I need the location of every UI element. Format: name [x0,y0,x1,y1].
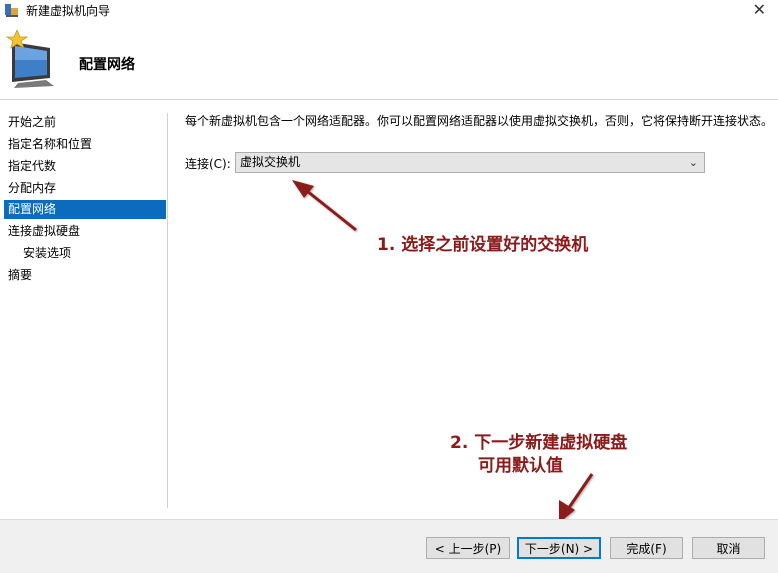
network-description: 每个新虚拟机包含一个网络适配器。你可以配置网络适配器以使用虚拟交换机，否则，它将… [185,114,774,128]
chevron-down-icon: ⌄ [688,156,698,169]
title-bar: 新建虚拟机向导 ✕ [0,0,778,20]
page-title: 配置网络 [79,57,135,73]
annotation-step2-line2: 可用默认值 [478,456,563,476]
close-icon[interactable]: ✕ [753,1,766,19]
nav-divider [167,113,168,508]
nav-item-generation[interactable]: 指定代数 [4,157,166,176]
hyperv-app-icon [4,2,20,18]
connection-select[interactable]: 虚拟交换机 ⌄ [235,152,705,173]
wizard-header: 配置网络 [0,20,778,100]
next-button[interactable]: 下一步(N) > [517,537,601,559]
nav-item-summary[interactable]: 摘要 [4,266,166,285]
wizard-steps-nav: 开始之前 指定名称和位置 指定代数 分配内存 配置网络 连接虚拟硬盘 安装选项 … [0,101,167,519]
finish-button[interactable]: 完成(F) [610,537,683,559]
arrow-to-select [292,180,357,232]
wizard-monitor-star-icon [5,30,54,88]
nav-item-memory[interactable]: 分配内存 [4,179,166,198]
annotation-step1: 1. 选择之前设置好的交换机 [377,235,589,255]
nav-item-before-you-begin[interactable]: 开始之前 [4,113,166,132]
nav-item-name-location[interactable]: 指定名称和位置 [4,135,166,154]
connection-select-value: 虚拟交换机 [240,155,301,169]
nav-item-networking[interactable]: 配置网络 [4,200,166,219]
annotation-step2-line1: 2. 下一步新建虚拟硬盘 [450,433,628,453]
window-title: 新建虚拟机向导 [26,3,111,18]
nav-item-install-options[interactable]: 安装选项 [4,244,166,263]
connection-label: 连接(C): [185,157,231,171]
nav-item-virtual-hard-disk[interactable]: 连接虚拟硬盘 [4,222,166,241]
previous-button[interactable]: < 上一步(P) [426,537,510,559]
arrow-to-next-button [559,473,594,523]
cancel-button[interactable]: 取消 [692,537,765,559]
